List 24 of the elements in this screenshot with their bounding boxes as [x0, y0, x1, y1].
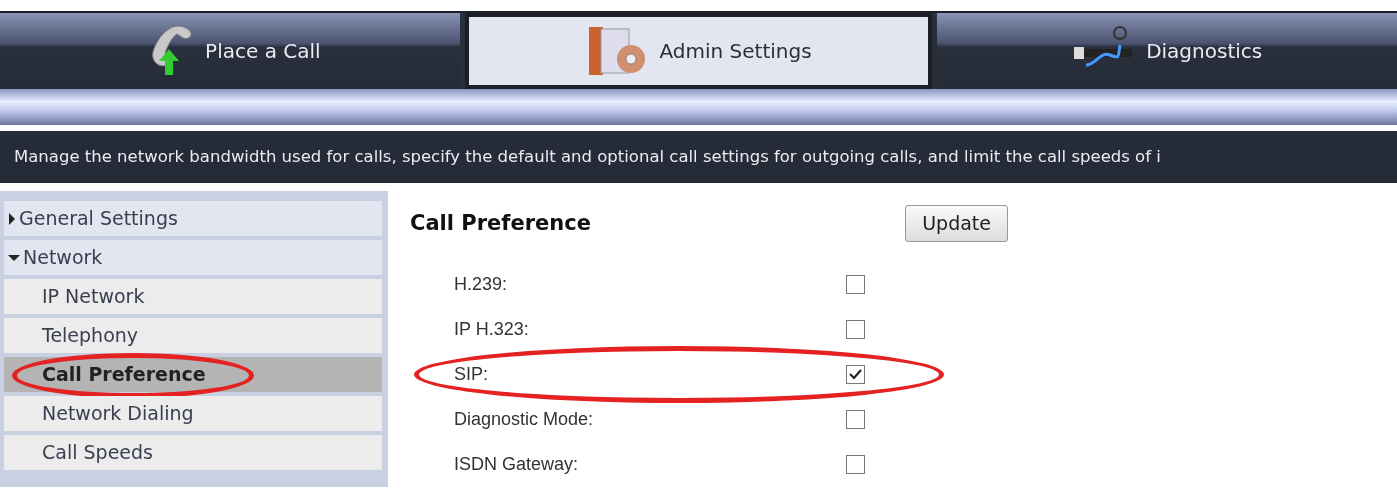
checkbox[interactable] [846, 454, 865, 474]
nav-tab[interactable]: Place a Call [0, 13, 460, 89]
sidebar-item[interactable]: Telephony [4, 318, 382, 353]
sidebar-item[interactable]: Network [4, 240, 382, 275]
setting-label: Diagnostic Mode: [453, 407, 595, 431]
checkbox[interactable] [846, 364, 865, 384]
sidebar-item[interactable]: IP Network [4, 279, 382, 314]
sidebar-item[interactable]: Network Dialing [4, 396, 382, 431]
sidebar-item[interactable]: General Settings [4, 201, 382, 236]
checkbox[interactable] [846, 319, 865, 339]
page-description: Manage the network bandwidth used for calls, specify the default and optional call settings for outgoing calls, and limit the call speeds of i [0, 131, 1397, 183]
update-button[interactable]: Update [905, 205, 1008, 242]
setting-label: IP H.323: [453, 317, 530, 341]
nav-tab[interactable]: Diagnostics [937, 13, 1397, 89]
setting-label: SIP: [453, 362, 489, 386]
checkbox[interactable] [846, 274, 865, 294]
setting-label: ISDN Gateway: [453, 452, 580, 476]
checkbox[interactable] [846, 409, 865, 429]
section-title: Call Preference [410, 209, 591, 237]
caret-down-icon [8, 253, 20, 262]
sidebar-item[interactable]: Call Speeds [4, 435, 382, 470]
nav-tab[interactable]: Admin Settings [464, 13, 933, 89]
caret-right-icon [8, 212, 16, 225]
setting-label: H.239: [453, 272, 509, 296]
